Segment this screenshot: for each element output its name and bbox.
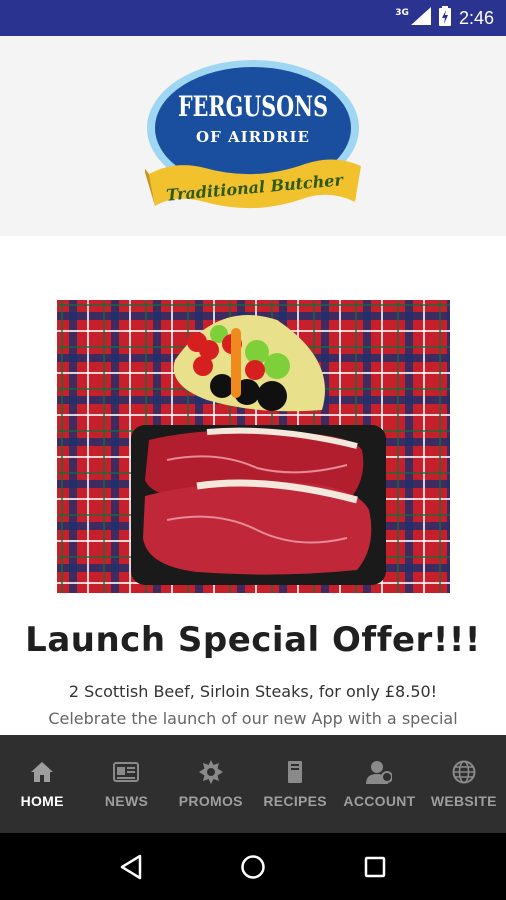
tab-news[interactable]: NEWS xyxy=(84,735,168,833)
offer-subtitle: 2 Scottish Beef, Sirloin Steaks, for onl… xyxy=(68,682,438,701)
bottom-tab-bar: HOME NEWS PROMOS RECIPES ACCOUNT WEBSITE xyxy=(0,735,506,833)
tab-label: NEWS xyxy=(104,793,149,809)
tab-recipes[interactable]: RECIPES xyxy=(253,735,337,833)
tab-home[interactable]: HOME xyxy=(0,735,84,833)
tab-label: HOME xyxy=(20,793,64,809)
network-type: 3G xyxy=(395,8,409,18)
offer-description: Celebrate the launch of our new App with… xyxy=(48,709,458,728)
back-button[interactable] xyxy=(111,847,151,887)
promos-icon xyxy=(198,759,224,785)
home-icon xyxy=(29,759,55,785)
signal-icon xyxy=(410,7,431,29)
tab-promos[interactable]: PROMOS xyxy=(169,735,253,833)
svg-text:OF AIRDRIE: OF AIRDRIE xyxy=(196,128,310,146)
svg-text:FERGUSONS: FERGUSONS xyxy=(178,90,328,123)
recents-button[interactable] xyxy=(355,847,395,887)
tab-account[interactable]: ACCOUNT xyxy=(337,735,421,833)
app-header: FERGUSONS OF AIRDRIE Traditional Butcher xyxy=(0,36,506,236)
home-nav-button[interactable] xyxy=(233,847,273,887)
recents-square-icon xyxy=(364,856,386,877)
back-triangle-icon xyxy=(120,854,142,879)
recipes-icon xyxy=(282,759,308,785)
home-content[interactable]: Launch Special Offer!!! 2 Scottish Beef,… xyxy=(0,236,506,735)
status-bar: 3G 2:46 xyxy=(0,0,506,36)
tab-label: WEBSITE xyxy=(430,793,497,809)
fergusons-logo: FERGUSONS OF AIRDRIE Traditional Butcher xyxy=(145,60,361,209)
status-time: 2:46 xyxy=(458,7,494,28)
offer-title: Launch Special Offer!!! xyxy=(25,620,481,660)
app-screen: 3G 2:46 FERGUSONS OF AIRDRIE Traditional… xyxy=(0,0,506,900)
website-icon xyxy=(451,759,477,785)
news-icon xyxy=(113,759,140,785)
tab-label: ACCOUNT xyxy=(343,793,416,809)
system-nav-bar xyxy=(0,833,506,900)
battery-icon xyxy=(438,6,451,30)
tab-label: PROMOS xyxy=(178,793,243,809)
steak-offer-image[interactable] xyxy=(57,300,450,593)
home-circle-icon xyxy=(241,854,265,879)
tab-website[interactable]: WEBSITE xyxy=(422,735,506,833)
account-icon xyxy=(366,759,393,785)
tab-label: RECIPES xyxy=(263,793,327,809)
